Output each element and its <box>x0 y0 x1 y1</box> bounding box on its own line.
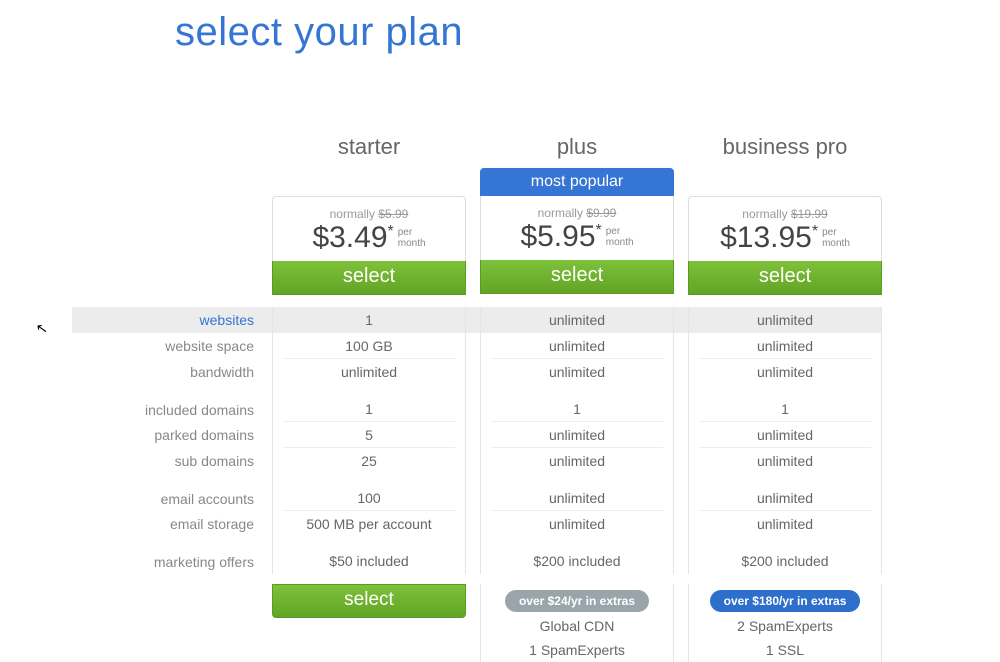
plan-header-row: normally $5.99 $3.49* permonth select mo… <box>72 168 952 295</box>
price-starter: $3.49* <box>312 223 393 253</box>
feature-value: $200 included <box>688 537 882 574</box>
extras-line: 1 SSL <box>689 638 881 662</box>
feature-label-email-storage: email storage <box>72 511 272 537</box>
select-button-business-pro-top[interactable]: select <box>688 261 882 295</box>
plan-name-business-pro: business pro <box>688 130 882 168</box>
plan-name-plus: plus <box>480 130 674 168</box>
feature-value: $200 included <box>480 537 674 574</box>
plan-names-row: starter plus business pro <box>72 130 952 168</box>
plan-card-plus: most popular normally $9.99 $5.95* permo… <box>480 168 674 295</box>
feature-label-bandwidth: bandwidth <box>72 359 272 385</box>
feature-row-websites: websites 1 unlimited unlimited <box>72 307 952 333</box>
feature-value: unlimited <box>688 422 882 448</box>
normal-price-plus: normally $9.99 <box>481 206 673 220</box>
extras-pill-plus: over $24/yr in extras <box>505 590 649 612</box>
cursor-icon: ↖ <box>35 319 50 338</box>
feature-value: unlimited <box>480 474 674 511</box>
feature-label-included-domains: included domains <box>72 385 272 422</box>
feature-row-parked-domains: parked domains 5 unlimited unlimited <box>72 422 952 448</box>
feature-value: unlimited <box>480 422 674 448</box>
feature-label-parked-domains: parked domains <box>72 422 272 448</box>
feature-value: unlimited <box>688 307 882 333</box>
price-business-pro: $13.95* <box>720 223 818 253</box>
feature-row-bandwidth: bandwidth unlimited unlimited unlimited <box>72 359 952 385</box>
feature-row-email-accounts: email accounts 100 unlimited unlimited <box>72 474 952 511</box>
normal-price-starter: normally $5.99 <box>273 207 465 221</box>
plan-card-business-pro: normally $19.99 $13.95* permonth select <box>688 168 882 295</box>
feature-label-email-accounts: email accounts <box>72 474 272 511</box>
normal-price-business-pro: normally $19.99 <box>689 207 881 221</box>
feature-value: unlimited <box>480 307 674 333</box>
feature-value: $50 included <box>272 537 466 574</box>
feature-value: unlimited <box>480 359 674 385</box>
feature-value: unlimited <box>688 474 882 511</box>
feature-row-marketing-offers: marketing offers $50 included $200 inclu… <box>72 537 952 574</box>
bottom-row: select over $24/yr in extras Global CDN … <box>72 584 952 662</box>
feature-value: 1 <box>272 307 466 333</box>
extras-line: 2 SpamExperts <box>689 614 881 638</box>
feature-label-websites: websites <box>72 307 272 333</box>
feature-value: unlimited <box>688 333 882 359</box>
select-button-plus-top[interactable]: select <box>480 260 674 294</box>
feature-value: 1 <box>688 385 882 422</box>
feature-value: unlimited <box>688 511 882 537</box>
feature-value: unlimited <box>480 333 674 359</box>
extras-line: 1 SpamExperts <box>481 638 673 662</box>
plan-bottom-business-pro: over $180/yr in extras 2 SpamExperts 1 S… <box>688 584 882 662</box>
feature-row-included-domains: included domains 1 1 1 <box>72 385 952 422</box>
feature-row-sub-domains: sub domains 25 unlimited unlimited <box>72 448 952 474</box>
plan-bottom-starter: select <box>272 584 466 662</box>
page-title: select your plan <box>175 10 463 55</box>
feature-label-sub-domains: sub domains <box>72 448 272 474</box>
extras-line: Global CDN <box>481 614 673 638</box>
feature-value: unlimited <box>688 448 882 474</box>
badge-most-popular: most popular <box>480 168 674 196</box>
plan-name-starter: starter <box>272 130 466 168</box>
price-plus: $5.95* <box>520 222 601 252</box>
feature-value: unlimited <box>272 359 466 385</box>
per-month-label: permonth <box>398 223 426 249</box>
plan-bottom-plus: over $24/yr in extras Global CDN 1 SpamE… <box>480 584 674 662</box>
feature-value: unlimited <box>480 511 674 537</box>
pricing-table: starter plus business pro normally $5.99… <box>72 130 952 662</box>
plan-card-starter: normally $5.99 $3.49* permonth select <box>272 168 466 295</box>
feature-value: unlimited <box>688 359 882 385</box>
feature-value: 100 GB <box>272 333 466 359</box>
extras-pill-business-pro: over $180/yr in extras <box>710 590 861 612</box>
feature-value: 25 <box>272 448 466 474</box>
feature-value: 1 <box>480 385 674 422</box>
feature-value: 5 <box>272 422 466 448</box>
feature-row-email-storage: email storage 500 MB per account unlimit… <box>72 511 952 537</box>
feature-value: 1 <box>272 385 466 422</box>
feature-value: 500 MB per account <box>272 511 466 537</box>
feature-label-marketing-offers: marketing offers <box>72 537 272 574</box>
select-button-starter-bottom[interactable]: select <box>272 584 466 618</box>
feature-label-website-space: website space <box>72 333 272 359</box>
select-button-starter-top[interactable]: select <box>272 261 466 295</box>
feature-value: 100 <box>272 474 466 511</box>
feature-value: unlimited <box>480 448 674 474</box>
feature-row-website-space: website space 100 GB unlimited unlimited <box>72 333 952 359</box>
